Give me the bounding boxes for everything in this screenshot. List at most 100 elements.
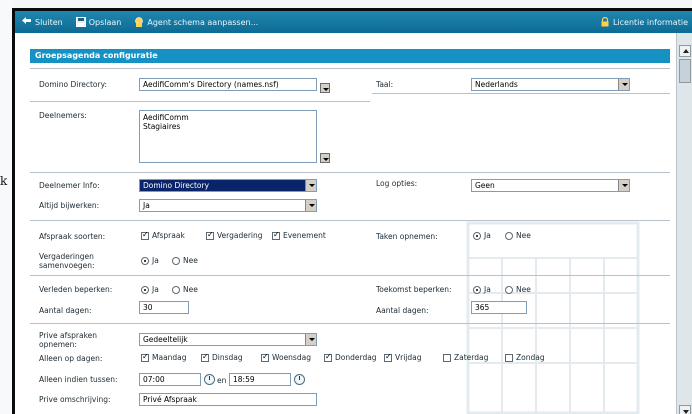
prive-label: Prive afspraken opnemen: [39,331,98,349]
aantal-dagen-toekomst-label: Aantal dagen: [376,306,429,315]
left-letter: k [0,174,8,188]
section-title: Groepsagenda configuratie [30,49,670,63]
clock-icon[interactable] [294,374,305,385]
chevron-down-icon [305,200,316,211]
tijd-van-input[interactable]: 07:00 [139,373,201,386]
taal-select[interactable]: Nederlands [471,78,630,91]
altijd-bijwerken-select[interactable]: Ja [139,199,317,212]
scroll-down-icon[interactable] [679,405,691,414]
license-info-button[interactable]: Licentie informatie [593,11,692,33]
afspraak-soorten-label: Afspraak soorten: [39,232,106,241]
vergadering-checkbox[interactable]: Vergadering [206,230,263,240]
taken-ja-label: Ja [484,231,491,240]
verleden-ja-label: Ja [152,285,159,294]
radio-icon [141,256,149,265]
dinsdag-checkbox[interactable]: Dinsdag [201,352,243,362]
dagen-label: Alleen op dagen: [39,354,103,363]
divider [30,275,670,276]
altijd-bijwerken-label: Altijd bijwerken: [39,201,100,210]
taken-label: Taken opnemen: [376,232,438,241]
checkbox-icon [443,353,451,362]
license-label: Licentie informatie [612,17,688,27]
evenement-checkbox[interactable]: Evenement [272,230,326,240]
afspraak-option-label: Afspraak [152,231,185,240]
close-button[interactable]: Sluiten [15,11,69,33]
dinsdag-label: Dinsdag [212,353,243,362]
vergaderingen-nee-label: Nee [183,256,198,265]
checkbox-icon [324,352,332,362]
chevron-down-icon [305,334,316,345]
vergaderingen-ja-radio[interactable]: Ja [141,256,159,265]
checkbox-icon [272,230,280,240]
en-label: en [217,376,227,385]
deelnemers-picker-button[interactable] [320,153,330,163]
deelnemer-item: Stagiaires [143,122,181,131]
domino-directory-label: Domino Directory: [39,80,108,89]
deelnemers-label: Deelnemers: [39,111,87,120]
aantal-dagen-verleden-input[interactable]: 30 [139,301,189,314]
vergaderingen-nee-radio[interactable]: Nee [172,256,198,265]
zaterdag-checkbox[interactable]: Zaterdag [443,353,488,362]
radio-icon [141,285,149,294]
vertical-scrollbar[interactable] [676,33,692,414]
prive-value: Gedeeltelijk [143,335,188,344]
radio-icon [172,256,180,265]
taken-nee-label: Nee [516,231,531,240]
verleden-nee-label: Nee [183,285,198,294]
taal-value: Nederlands [475,80,518,89]
divider [30,220,670,221]
agent-schedule-button[interactable]: Agent schema aanpassen... [127,11,264,33]
close-label: Sluiten [35,17,63,27]
chevron-down-icon [618,180,629,191]
toekomst-ja-radio[interactable]: Ja [473,285,491,294]
chevron-down-icon [618,79,629,90]
woensdag-label: Woensdag [272,353,311,362]
radio-icon [473,231,481,240]
scroll-up-icon[interactable] [679,45,691,57]
afspraak-checkbox[interactable]: Afspraak [141,230,185,240]
tijd-tot-input[interactable]: 18:59 [229,373,291,386]
log-opties-value: Geen [475,181,495,190]
checkbox-icon [384,352,392,362]
vrijdag-checkbox[interactable]: Vrijdag [384,352,422,362]
tussen-label: Alleen indien tussen: [39,375,118,384]
checkbox-icon [206,230,214,240]
toekomst-nee-label: Nee [516,285,531,294]
omschrijving-input[interactable]: Privé Afspraak [139,393,317,406]
taken-nee-radio[interactable]: Nee [505,231,531,240]
divider [30,101,370,102]
checkbox-icon [261,352,269,362]
maandag-checkbox[interactable]: Maandag [141,352,187,362]
prive-select[interactable]: Gedeeltelijk [139,333,317,346]
zaterdag-label: Zaterdag [454,353,489,362]
woensdag-checkbox[interactable]: Woensdag [261,352,311,362]
zondag-label: Zondag [516,353,545,362]
toolbar: Sluiten Opslaan Agent schema aanpassen..… [15,11,692,33]
save-button[interactable]: Opslaan [69,11,128,33]
toekomst-nee-radio[interactable]: Nee [505,285,531,294]
chevron-down-icon [305,180,316,191]
toekomst-ja-label: Ja [484,285,491,294]
donderdag-checkbox[interactable]: Donderdag [324,352,377,362]
deelnemers-textarea[interactable]: AedifiComm Stagiaires [139,110,317,163]
close-arrow-icon [22,17,31,24]
checkbox-icon [505,353,513,362]
log-opties-select[interactable]: Geen [471,179,630,192]
divider [30,172,670,173]
scroll-thumb[interactable] [679,59,691,83]
taken-ja-radio[interactable]: Ja [473,231,491,240]
deelnemer-info-value: Domino Directory [143,181,210,190]
aantal-dagen-toekomst-input[interactable]: 365 [471,301,527,314]
lock-icon [601,17,609,27]
deelnemer-info-select[interactable]: Domino Directory [139,179,317,192]
clock-icon[interactable] [204,374,215,385]
zondag-checkbox[interactable]: Zondag [505,353,545,362]
verleden-nee-radio[interactable]: Nee [172,285,198,294]
domino-directory-field[interactable]: AedifiComm's Directory (names.nsf) [139,78,317,91]
deelnemer-info-label: Deelnemer Info: [39,181,100,190]
divider [372,93,670,94]
domino-directory-picker-button[interactable] [320,83,330,93]
vergaderingen-ja-label: Ja [152,256,159,265]
verleden-ja-radio[interactable]: Ja [141,285,159,294]
checkbox-icon [201,352,209,362]
